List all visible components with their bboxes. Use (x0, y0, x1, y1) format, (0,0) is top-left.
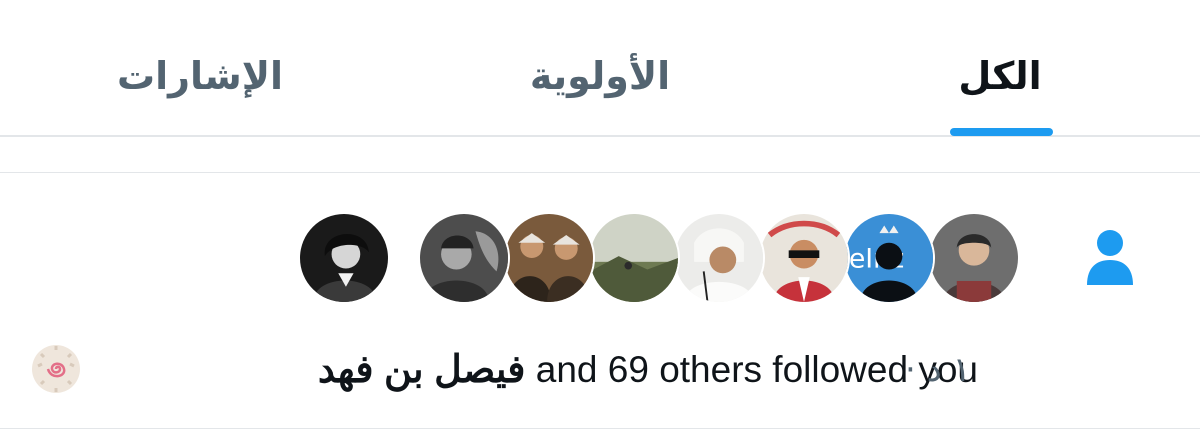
follower-avatars: eInz (298, 212, 1020, 304)
notification-timestamp: · ١ د (905, 340, 971, 400)
follower-avatar[interactable] (588, 212, 680, 304)
section-divider (0, 172, 1200, 173)
notification-text[interactable]: فيصل بن فهد and 69 others followed you (318, 340, 978, 400)
notifications-tabbar: الكل الأولوية الإشارات (0, 0, 1200, 137)
tab-mentions[interactable]: الإشارات (0, 0, 400, 137)
follower-avatar[interactable] (298, 212, 390, 304)
spiral-emoji-icon (32, 345, 80, 393)
active-tab-indicator (950, 128, 1053, 136)
follower-avatar[interactable] (503, 212, 595, 304)
follower-avatar[interactable] (418, 212, 510, 304)
actor-name-link[interactable]: فيصل بن فهد (318, 349, 526, 391)
person-icon (1087, 230, 1133, 285)
timestamp-separator: · (905, 350, 916, 390)
timestamp-value: ١ د (926, 350, 971, 390)
tab-all-label: الكل (958, 54, 1042, 98)
follower-avatar[interactable] (673, 212, 765, 304)
tab-priority-label: الأولوية (529, 54, 671, 98)
list-divider (0, 428, 1200, 429)
follower-avatar[interactable]: eInz (843, 212, 935, 304)
tab-mentions-label: الإشارات (116, 54, 284, 98)
follower-avatar[interactable] (928, 212, 1020, 304)
tab-priority[interactable]: الأولوية (400, 0, 800, 137)
follower-avatar[interactable] (758, 212, 850, 304)
tab-all[interactable]: الكل (800, 0, 1200, 137)
